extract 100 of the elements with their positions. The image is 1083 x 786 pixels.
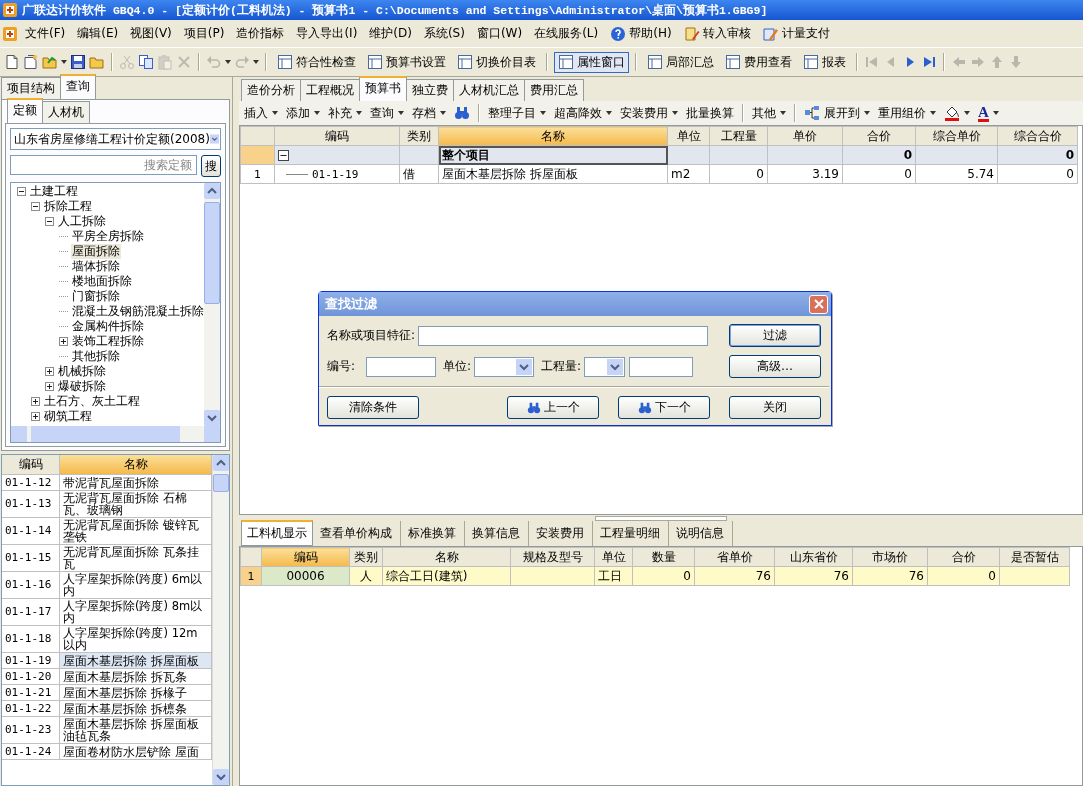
collapse-icon[interactable] [278, 150, 289, 161]
toolbar-button[interactable]: 属性窗口 [554, 51, 629, 73]
column-header[interactable]: 合价 [927, 547, 1000, 567]
column-header[interactable]: 工程量 [709, 126, 768, 146]
menu-item[interactable]: 编辑(E) [72, 23, 124, 44]
dropdown-field[interactable] [584, 356, 626, 377]
tree-item[interactable]: 爆破拆除 [57, 379, 107, 394]
list-row[interactable]: 01-1-17 人字屋架拆除(跨度) 8m以内 [2, 599, 212, 626]
menu-item[interactable]: 窗口(W) [471, 23, 528, 44]
collapse-icon[interactable] [17, 187, 26, 196]
list-row[interactable]: 01-1-16 人字屋架拆除(跨度) 6m以内 [2, 572, 212, 599]
toolbar-menu-button[interactable]: 批量换算 [683, 103, 737, 123]
scroll-down-icon[interactable] [213, 769, 229, 785]
clear-button[interactable]: 清除条件 [327, 396, 419, 419]
column-header[interactable]: 综合合价 [997, 126, 1078, 146]
column-header[interactable]: 类别 [399, 126, 439, 146]
input-field[interactable] [629, 356, 694, 377]
menu-item[interactable]: 维护(D) [364, 23, 417, 44]
toolbar-menu-button[interactable]: 其他 [749, 103, 789, 123]
menu-item[interactable]: 转入审核 [678, 23, 756, 44]
list-row[interactable]: 01-1-20 屋面木基层拆除 拆瓦条 [2, 669, 212, 685]
list-row[interactable]: 01-1-19 屋面木基层拆除 拆屋面板 [2, 653, 212, 669]
copy-icon[interactable] [138, 54, 154, 70]
menu-item[interactable]: 导入导出(I) [291, 23, 363, 44]
close-button[interactable]: 关闭 [729, 396, 821, 419]
input-field[interactable] [418, 325, 709, 346]
column-header[interactable]: 省单价 [694, 547, 775, 567]
tree-item[interactable]: 金属构件拆除 [71, 319, 145, 334]
document-icon[interactable] [23, 54, 39, 70]
save-icon[interactable] [70, 54, 86, 70]
caret-icon[interactable] [61, 60, 67, 64]
tree-item[interactable]: 砌筑工程 [43, 409, 93, 424]
menu-item[interactable]: 在线服务(L) [529, 23, 604, 44]
toolbar-button[interactable]: 报表 [799, 51, 850, 73]
column-header[interactable]: 单价 [767, 126, 843, 146]
tab[interactable]: 人材机汇总 [453, 79, 525, 101]
tab[interactable]: 查询 [60, 74, 96, 99]
tree-item[interactable]: 门窗拆除 [71, 289, 121, 304]
scroll-up-icon[interactable] [213, 455, 229, 471]
menu-item[interactable]: 视图(V) [125, 23, 177, 44]
advanced-button[interactable]: 高级… [729, 355, 821, 378]
column-header[interactable]: 综合单价 [915, 126, 998, 146]
list-row[interactable]: 01-1-23 屋面木基层拆除 拆屋面板油毡瓦条 [2, 717, 212, 744]
column-header[interactable]: 单位 [667, 126, 710, 146]
list-row[interactable]: 01-1-15 无泥背瓦屋面拆除 瓦条挂瓦 [2, 545, 212, 572]
tree-item[interactable]: 其他拆除 [71, 349, 121, 364]
scroll-thumb[interactable] [204, 202, 220, 304]
menu-item[interactable]: 造价指标 [231, 23, 290, 44]
tab[interactable]: 工料机显示 [241, 520, 313, 546]
tab[interactable]: 费用汇总 [524, 79, 584, 101]
tab[interactable]: 工程概况 [300, 79, 360, 101]
tree-item[interactable]: 平房全房拆除 [71, 229, 145, 244]
library-dropdown[interactable]: 山东省房屋修缮工程计价定额(2008) [10, 128, 221, 150]
scrollbar[interactable] [212, 455, 229, 785]
toolbar-button[interactable]: 预算书设置 [363, 51, 450, 73]
tree-item[interactable]: 楼地面拆除 [71, 274, 133, 289]
toolbar-menu-button[interactable]: 插入 [241, 103, 281, 123]
scroll-thumb[interactable] [213, 474, 229, 492]
expand-icon[interactable] [45, 382, 54, 391]
expand-icon[interactable] [31, 397, 40, 406]
list-row[interactable]: 01-1-21 屋面木基层拆除 拆椽子 [2, 685, 212, 701]
collapse-icon[interactable] [45, 217, 54, 226]
scroll-down-icon[interactable] [204, 410, 220, 426]
tree-item[interactable]: 土建工程 [29, 184, 79, 199]
previous-button[interactable]: 上一个 [507, 396, 599, 419]
tree-item[interactable]: 人工拆除 [57, 214, 107, 229]
column-header[interactable]: 名称 [60, 455, 212, 475]
column-header[interactable]: 名称 [438, 126, 668, 146]
column-header[interactable]: 编码 [2, 455, 60, 475]
scroll-up-icon[interactable] [204, 183, 220, 199]
menu-item[interactable]: 项目(P) [178, 23, 230, 44]
collapse-icon[interactable] [31, 202, 40, 211]
font-color-button[interactable]: A [975, 103, 1002, 123]
toolbar-menu-button[interactable]: 展开到 [801, 103, 873, 123]
tree-item[interactable]: 拆除工程 [43, 199, 93, 214]
last-record-icon[interactable] [921, 54, 937, 70]
menu-item[interactable]: 帮助(H) [605, 23, 677, 44]
toolbar-menu-button[interactable]: 超高降效 [551, 103, 615, 123]
next-button[interactable]: 下一个 [618, 396, 710, 419]
list-row[interactable]: 01-1-24 屋面卷材防水层铲除 屋面 [2, 744, 212, 760]
expand-icon[interactable] [45, 367, 54, 376]
tab[interactable]: 项目结构 [1, 77, 61, 99]
list-row[interactable]: 01-1-22 屋面木基层拆除 拆檩条 [2, 701, 212, 717]
list-row[interactable]: 01-1-12 带泥背瓦屋面拆除 [2, 475, 212, 491]
scrollbar[interactable] [11, 426, 220, 442]
list-row[interactable]: 01-1-14 无泥背瓦屋面拆除 镀锌瓦垄铁 [2, 518, 212, 545]
toolbar-button[interactable]: 切换价目表 [453, 51, 540, 73]
column-header[interactable]: 规格及型号 [510, 547, 595, 567]
tree-item[interactable]: 机械拆除 [57, 364, 107, 379]
menu-item[interactable]: 计量支付 [757, 23, 835, 44]
column-header[interactable]: 编码 [261, 547, 350, 567]
tab[interactable]: 造价分析 [241, 79, 301, 101]
tree-item[interactable]: 混凝土及钢筋混凝土拆除 [71, 304, 204, 319]
column-header[interactable]: 数量 [632, 547, 695, 567]
tree-item[interactable]: 墙体拆除 [71, 259, 121, 274]
new-file-icon[interactable] [4, 54, 20, 70]
column-header[interactable]: 合价 [842, 126, 916, 146]
tab[interactable]: 独立费 [406, 79, 454, 101]
tree-item[interactable]: 装饰工程拆除 [71, 334, 145, 349]
menu-item[interactable]: 文件(F) [20, 23, 71, 44]
